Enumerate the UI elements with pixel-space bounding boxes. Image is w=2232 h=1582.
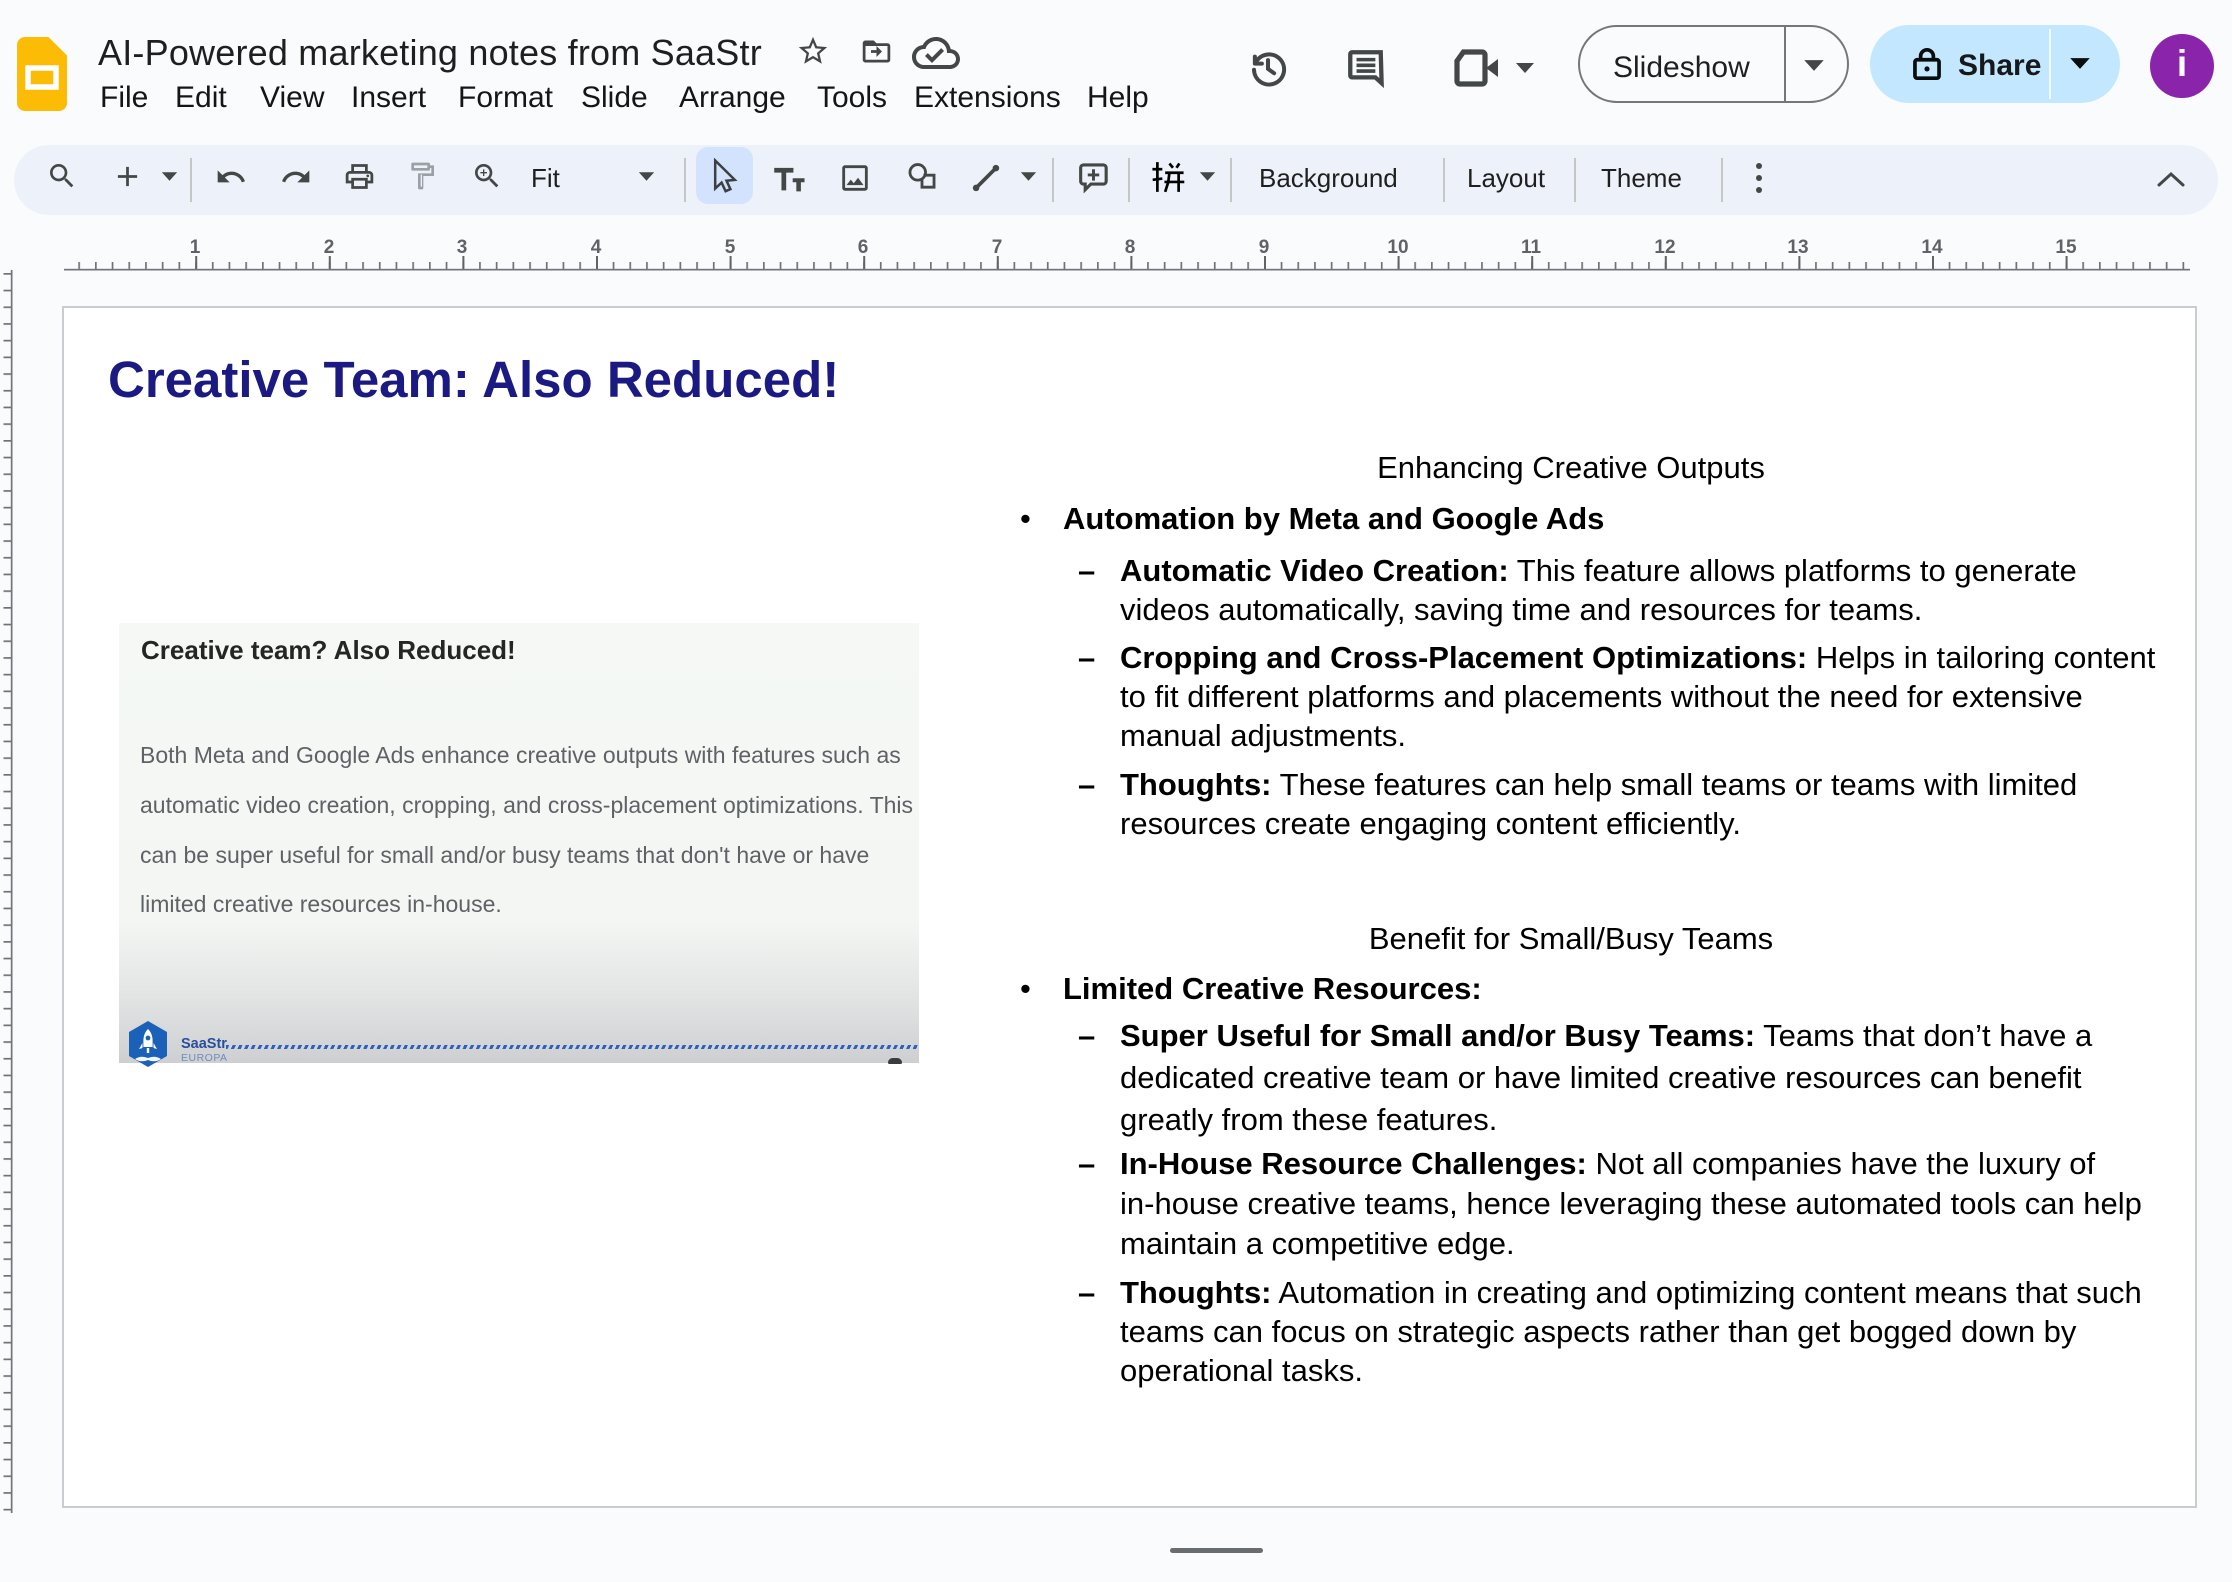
svg-text:8: 8 (1125, 237, 1136, 258)
svg-text:9: 9 (1259, 237, 1270, 258)
svg-text:EUROPA: EUROPA (181, 1052, 228, 1064)
svg-text:1: 1 (190, 237, 201, 258)
svg-text:11: 11 (1521, 237, 1542, 258)
svg-text:5: 5 (725, 237, 736, 258)
svg-text:12: 12 (1654, 237, 1675, 258)
svg-text:14: 14 (1921, 237, 1943, 258)
svg-text:6: 6 (858, 237, 869, 258)
svg-text:10: 10 (1387, 237, 1408, 258)
svg-text:3: 3 (457, 237, 468, 258)
svg-text:7: 7 (992, 237, 1003, 258)
svg-text:4: 4 (591, 237, 602, 258)
svg-text:13: 13 (1787, 237, 1808, 258)
svg-text:SaaStr: SaaStr (181, 1036, 227, 1052)
svg-text:2: 2 (324, 237, 335, 258)
svg-text:15: 15 (2055, 237, 2077, 258)
